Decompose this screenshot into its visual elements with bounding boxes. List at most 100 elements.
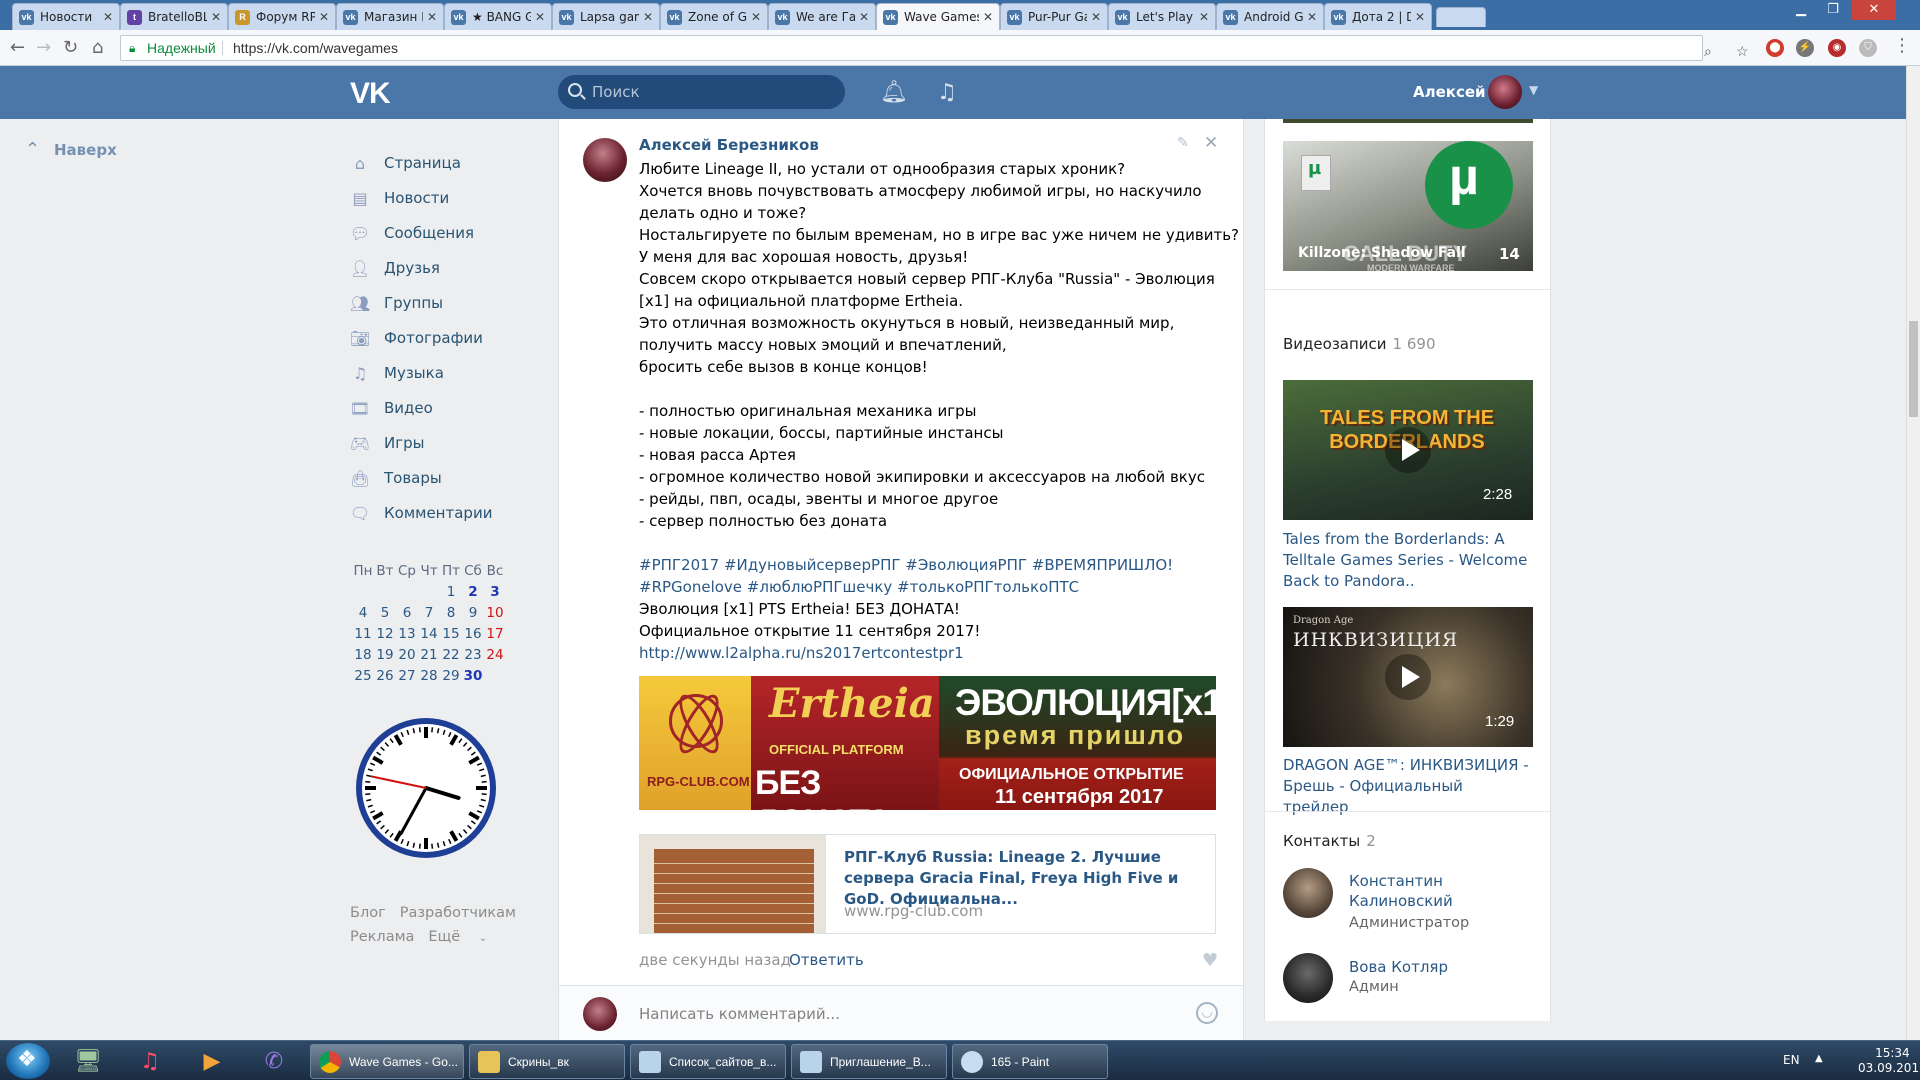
chevron-down-icon[interactable]: ▼ <box>1529 83 1538 97</box>
close-icon[interactable]: ✕ <box>1415 10 1425 24</box>
link-preview-card[interactable]: РПГ-Клуб Russia: Lineage 2. Лучшие серве… <box>639 834 1216 934</box>
adblock-extension-icon[interactable]: ⬤ <box>1766 39 1784 57</box>
contacts-heading[interactable]: Контакты 2 <box>1283 832 1376 850</box>
menu-item-groups[interactable]: 👥︎ Группы <box>350 288 550 318</box>
browser-tab[interactable]: vk Pur-Pur Gam ✕ <box>1000 3 1108 30</box>
taskbar-app-paint[interactable]: 165 - Paint <box>952 1044 1108 1079</box>
footer-link-ads[interactable]: Реклама <box>350 929 414 945</box>
reload-icon[interactable]: ↻ <box>63 38 78 58</box>
smiley-icon[interactable]: ◡ <box>1196 1002 1218 1024</box>
video-thumbnail[interactable]: Dragon Age ИНКВИЗИЦИЯ 1:29 <box>1283 607 1533 747</box>
menu-item-friends[interactable]: 👤︎ Друзья <box>350 253 550 283</box>
post-hashtags[interactable]: #RPGonelove #люблюРПГшечку #толькоРПГтол… <box>639 576 1229 598</box>
avatar[interactable] <box>583 138 627 182</box>
close-icon[interactable]: ✕ <box>103 10 113 24</box>
extension-icon[interactable]: ⚡ <box>1796 39 1814 57</box>
heart-icon[interactable]: ♥ <box>1202 950 1218 971</box>
taskbar-app-notepad[interactable]: Список_сайтов_в... <box>630 1044 786 1079</box>
close-icon[interactable]: ✕ <box>643 10 653 24</box>
pencil-icon[interactable]: ✎ <box>1177 135 1189 151</box>
footer-link-blog[interactable]: Блог <box>350 905 386 921</box>
menu-item-games[interactable]: 🎮︎ Игры <box>350 428 550 458</box>
menu-icon[interactable]: ⋮ <box>1893 36 1911 56</box>
browser-tab[interactable]: vk Новости ✕ <box>12 3 120 30</box>
menu-item-goods[interactable]: 👜︎ Товары <box>350 463 550 493</box>
close-icon[interactable]: ✕ <box>211 10 221 24</box>
forward-icon[interactable]: → <box>36 38 51 58</box>
close-icon[interactable]: ✕ <box>751 10 761 24</box>
contact-name[interactable]: Вова Котляр <box>1349 957 1529 977</box>
post-image-banner[interactable]: RPG-CLUB.COM Ertheia OFFICIAL PLATFORM Б… <box>639 676 1216 810</box>
close-icon[interactable]: ✕ <box>1199 10 1209 24</box>
restore-icon[interactable]: ❐ <box>1818 0 1848 20</box>
close-icon[interactable]: ✕ <box>535 10 545 24</box>
start-button[interactable] <box>6 1043 50 1079</box>
post-author[interactable]: Алексей Березников <box>639 136 819 154</box>
taskbar-app-folder[interactable]: Скрины_вк <box>469 1044 625 1079</box>
extension-icon[interactable]: ◉ <box>1828 39 1846 57</box>
avatar[interactable] <box>1283 868 1333 918</box>
browser-tab[interactable]: t BratelloBL ✕ <box>120 3 228 30</box>
new-tab-button[interactable] <box>1436 7 1486 27</box>
close-icon[interactable]: ✕ <box>983 10 993 24</box>
comment-input[interactable]: Написать комментарий... <box>639 1005 840 1023</box>
browser-tab[interactable]: vk Магазин Ко ✕ <box>336 3 444 30</box>
system-clock[interactable]: 15:34 03.09.2017 <box>1858 1046 1920 1076</box>
browser-tab[interactable]: vk Дота 2 | Dot ✕ <box>1324 3 1432 30</box>
close-icon[interactable]: ✕ <box>319 10 329 24</box>
bell-icon[interactable]: 🔔︎ <box>880 80 908 105</box>
menu-item-comments[interactable]: 🗨︎ Комментарии <box>350 498 550 528</box>
close-icon[interactable]: ✕ <box>1204 133 1218 153</box>
browser-tab[interactable]: vk Let's Play Ol ✕ <box>1108 3 1216 30</box>
menu-item-messages[interactable]: 💬︎ Сообщения <box>350 218 550 248</box>
post-hashtags[interactable]: #РПГ2017 #ИдуновыйсерверРПГ #ЭволюцияРПГ… <box>639 554 1229 576</box>
contact-name[interactable]: Константин Калиновский <box>1349 871 1529 911</box>
itunes-icon[interactable]: ♫ <box>124 1044 176 1078</box>
menu-item-photos[interactable]: 📷︎ Фотографии <box>350 323 550 353</box>
home-icon[interactable]: ⌂ <box>92 38 103 58</box>
close-icon[interactable]: ✕ <box>1307 10 1317 24</box>
taskbar-app-notepad[interactable]: Приглашение_В... <box>791 1044 947 1079</box>
music-icon[interactable]: ♫ <box>937 80 957 105</box>
menu-item-page[interactable]: ⌂ Страница <box>350 148 550 178</box>
avatar[interactable] <box>1488 75 1522 109</box>
close-icon[interactable]: ✕ <box>1091 10 1101 24</box>
menu-item-news[interactable]: ▤ Новости <box>350 183 550 213</box>
user-name[interactable]: Алексей <box>1413 83 1486 101</box>
browser-tab[interactable]: vk Lapsa games ✕ <box>552 3 660 30</box>
footer-link-developers[interactable]: Разработчикам <box>400 905 516 921</box>
browser-tab[interactable]: vk Android Gam ✕ <box>1216 3 1324 30</box>
zoom-icon[interactable]: ⌕ <box>1704 39 1712 63</box>
browser-tab[interactable]: vk Zone of Gam ✕ <box>660 3 768 30</box>
browser-tab[interactable]: R Форум RPG- ✕ <box>228 3 336 30</box>
minimize-icon[interactable]: ▁ <box>1786 0 1816 20</box>
bookmark-star-icon[interactable]: ☆ <box>1736 39 1749 63</box>
language-indicator[interactable]: EN <box>1783 1053 1800 1067</box>
menu-item-music[interactable]: ♫ Музыка <box>350 358 550 388</box>
reply-button[interactable]: Ответить <box>789 951 864 969</box>
album-killzone[interactable]: µ µ CALL DUTY MODERN WARFARE Killzone: S… <box>1283 141 1533 271</box>
video-thumbnail[interactable]: TALES FROM THE BORDERLANDS 2:28 <box>1283 380 1533 520</box>
footer-link-more[interactable]: Ещё ⌄ <box>428 929 501 945</box>
avatar[interactable] <box>1283 953 1333 1003</box>
video-title[interactable]: Tales from the Borderlands: A Telltale G… <box>1283 529 1533 592</box>
desktop-icon[interactable]: 🖥︎ <box>62 1044 114 1078</box>
close-icon[interactable]: ✕ <box>859 10 869 24</box>
tray-expand-icon[interactable]: ▲ <box>1815 1053 1823 1064</box>
back-icon[interactable]: ← <box>10 38 25 58</box>
video-title[interactable]: DRAGON AGE™: ИНКВИЗИЦИЯ - Брешь - Официа… <box>1283 755 1533 818</box>
scrollbar-thumb[interactable] <box>1909 321 1918 417</box>
search-input[interactable]: Поиск <box>558 75 845 109</box>
browser-tab-active[interactable]: vk Wave Games ✕ <box>876 3 1000 30</box>
menu-item-video[interactable]: 🎞︎ Видео <box>350 393 550 423</box>
link-preview-title[interactable]: РПГ-Клуб Russia: Lineage 2. Лучшие серве… <box>844 847 1204 910</box>
post-timestamp[interactable]: две секунды назад <box>639 951 791 969</box>
taskbar-app-chrome[interactable]: Wave Games - Go... <box>310 1044 464 1079</box>
page-scrollbar[interactable] <box>1906 66 1920 1050</box>
media-player-icon[interactable]: ▶ <box>186 1044 238 1078</box>
close-icon[interactable]: ✕ <box>427 10 437 24</box>
window-close-icon[interactable]: ✕ <box>1852 0 1896 20</box>
extension-shield-icon[interactable]: ⛉ <box>1859 39 1877 57</box>
url-input[interactable]: 🔒︎ Надежный https://vk.com/wavegames ⌕ ☆ <box>120 35 1749 61</box>
viber-icon[interactable]: ✆ <box>248 1044 300 1078</box>
